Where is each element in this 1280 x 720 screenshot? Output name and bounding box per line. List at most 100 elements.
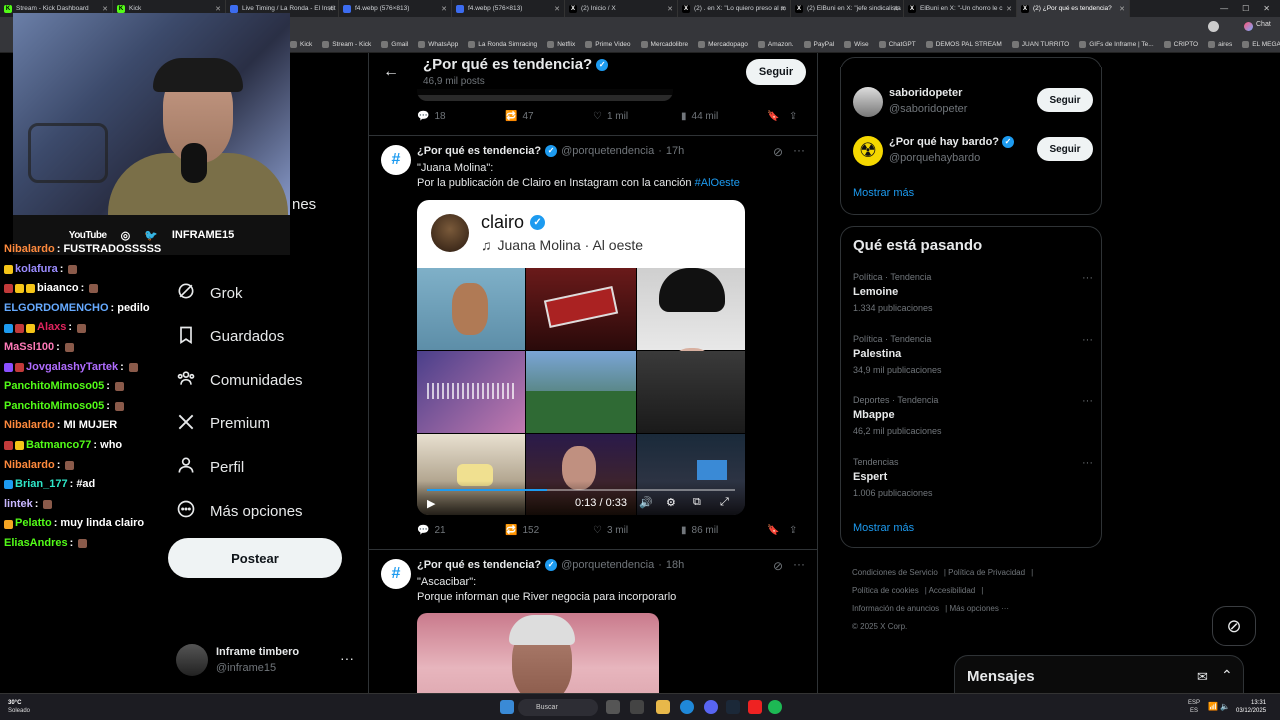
browser-tab[interactable]: X (2) ElBuni en X: "jefe sindicalista ✕ xyxy=(791,0,904,17)
tweet-author-handle[interactable]: @porquetendencia xyxy=(561,145,654,157)
follow-button[interactable]: Seguir xyxy=(1037,137,1093,161)
chat-username[interactable]: biaanco xyxy=(37,279,79,299)
play-icon[interactable]: ▶ xyxy=(427,497,435,510)
bookmark-button[interactable]: 🔖 xyxy=(767,111,789,122)
chat-username[interactable]: PanchitoMimoso05 xyxy=(4,377,104,397)
bookmark-button[interactable]: 🔖 xyxy=(767,525,789,536)
bookmark-item[interactable]: Amazon. xyxy=(757,40,794,48)
more-icon[interactable]: ··· xyxy=(793,557,805,571)
chat-button[interactable]: Chat xyxy=(1256,21,1271,28)
tweet-time[interactable]: 18h xyxy=(666,559,684,571)
browser-tab[interactable]: X (2) . en X: "Lo quiero preso al m ✕ xyxy=(678,0,791,17)
grok-icon[interactable]: ⊘ xyxy=(773,559,783,573)
share-button[interactable]: ⇪ xyxy=(789,111,797,122)
tweet-author-handle[interactable]: @porquetendencia xyxy=(561,559,654,571)
reply-button[interactable]: 💬 21 xyxy=(417,525,505,536)
fullscreen-icon[interactable]: ⤢ xyxy=(720,496,729,509)
more-icon[interactable]: ··· xyxy=(1082,272,1093,284)
bookmark-item[interactable]: EL MEGA PACK PAP... xyxy=(1242,40,1280,48)
bookmark-item[interactable]: PayPal xyxy=(803,40,834,48)
bookmark-item[interactable]: Netflix xyxy=(547,40,575,48)
nav-item-perfil[interactable]: Perfil xyxy=(176,455,244,479)
chat-username[interactable]: PanchitoMimoso05 xyxy=(4,397,104,417)
repost-button[interactable]: 🔁 47 xyxy=(505,111,593,122)
taskbar-search[interactable]: Buscar xyxy=(518,699,598,716)
bookmark-item[interactable]: aires xyxy=(1208,40,1232,48)
close-icon[interactable]: ✕ xyxy=(1263,4,1270,13)
browser-tab[interactable]: f4.webp (576×813) ✕ xyxy=(339,0,452,17)
more-icon[interactable]: ··· xyxy=(1082,457,1093,469)
close-tab-icon[interactable]: ✕ xyxy=(780,5,786,13)
chat-username[interactable]: Alaxs xyxy=(37,318,66,338)
views-button[interactable]: ▮ 86 mil xyxy=(681,525,767,536)
nav-item-grok[interactable]: Grok xyxy=(176,281,243,305)
browser-tab[interactable]: X (2) ¿Por qué es tendencia? ✕ xyxy=(1017,0,1130,17)
tweet-author-name[interactable]: ¿Por qué es tendencia? xyxy=(417,559,541,571)
close-tab-icon[interactable]: ✕ xyxy=(893,5,899,13)
grok-button[interactable]: ⊘ xyxy=(1212,606,1256,646)
close-tab-icon[interactable]: ✕ xyxy=(1119,5,1125,13)
follow-suggestion[interactable]: saboridopeter @saboridopeter Seguir xyxy=(853,85,1093,121)
chat-username[interactable]: MaSsl100 xyxy=(4,338,54,358)
wifi-icon[interactable]: 📶 xyxy=(1208,702,1218,711)
more-icon[interactable]: ··· xyxy=(1082,334,1093,346)
bookmark-item[interactable]: Mercadopago xyxy=(698,40,748,48)
tweet-time[interactable]: 17h xyxy=(666,145,684,157)
browser-tab[interactable]: X ElBuni en X: "-Un chorro le c ✕ xyxy=(904,0,1017,17)
back-arrow-icon[interactable]: ← xyxy=(383,63,399,81)
nav-item-mas-opciones[interactable]: Más opciones xyxy=(176,499,303,523)
chat-username[interactable]: ELGORDOMENCHO xyxy=(4,299,109,319)
chat-username[interactable]: kolafura xyxy=(15,260,58,280)
more-options-link[interactable]: Más opciones ··· xyxy=(949,604,1009,613)
chat-username[interactable]: JovgalashyTartek xyxy=(26,358,118,378)
trend-item[interactable]: Deportes · Tendencia Mbappe 46,2 mil publi… xyxy=(853,395,1093,445)
bookmark-item[interactable]: CRIPTO xyxy=(1163,40,1198,48)
file-explorer-icon[interactable] xyxy=(656,700,670,714)
bookmark-item[interactable]: Gmail xyxy=(381,40,408,48)
maximize-icon[interactable]: ☐ xyxy=(1242,4,1249,13)
nav-item-guardados[interactable]: Guardados xyxy=(176,325,284,349)
follow-suggestion[interactable]: ☢ ¿Por qué hay bardo? ✓ @porquehaybardo S… xyxy=(853,134,1093,170)
post-button[interactable]: Postear xyxy=(168,538,342,578)
widgets-icon[interactable] xyxy=(630,700,644,714)
browser-tab[interactable]: X (2) Inicio / X ✕ xyxy=(565,0,678,17)
terms-link[interactable]: Condiciones de Servicio xyxy=(852,568,938,577)
bookmark-item[interactable]: JUAN TURRITO xyxy=(1011,40,1069,48)
chat-username[interactable]: EliasAndres xyxy=(4,534,68,554)
bookmark-item[interactable]: DEMOS PAL STREAM xyxy=(925,40,1002,48)
bookmark-item[interactable]: Stream - Kick xyxy=(322,40,371,48)
clock[interactable]: 13:31 03/12/2025 xyxy=(1236,699,1266,715)
language-indicator[interactable]: ESP ES xyxy=(1188,699,1200,715)
chat-username[interactable]: Nibalardo xyxy=(4,416,55,436)
spotify-icon[interactable] xyxy=(768,700,782,714)
more-icon[interactable]: ··· xyxy=(340,650,354,666)
accessibility-link[interactable]: Accesibilidad xyxy=(929,586,976,595)
chat-username[interactable]: Batmanco77 xyxy=(26,436,91,456)
show-more-link[interactable]: Mostrar más xyxy=(853,522,914,534)
bookmark-item[interactable]: Prime Video xyxy=(585,40,631,48)
close-tab-icon[interactable]: ✕ xyxy=(328,5,334,13)
bookmark-item[interactable]: WhatsApp xyxy=(418,40,458,48)
task-view-icon[interactable] xyxy=(606,700,620,714)
video-player[interactable]: clairo ✓ ♫ Juana Molina · Al oeste ▶ 0:13 … xyxy=(417,200,745,515)
like-button[interactable]: ♡ 1 mil xyxy=(593,111,681,122)
discord-icon[interactable] xyxy=(704,700,718,714)
like-button[interactable]: ♡ 3 mil xyxy=(593,525,681,536)
close-tab-icon[interactable]: ✕ xyxy=(215,5,221,13)
more-icon[interactable]: ··· xyxy=(1082,395,1093,407)
close-tab-icon[interactable]: ✕ xyxy=(667,5,673,13)
volume-icon[interactable]: 🔈 xyxy=(1220,702,1230,711)
volume-icon[interactable]: 🔊 xyxy=(639,496,653,509)
trend-item[interactable]: Política · Tendencia Lemoine 1.334 publica… xyxy=(853,272,1093,322)
tweet-avatar[interactable]: # xyxy=(381,145,411,175)
compose-message-icon[interactable]: ✉ xyxy=(1197,669,1208,685)
nav-item-comunidades[interactable]: Comunidades xyxy=(176,368,303,392)
minimize-icon[interactable]: — xyxy=(1220,4,1228,13)
chat-username[interactable]: Pelatto xyxy=(15,514,52,534)
bookmark-item[interactable]: Wise xyxy=(844,40,869,48)
bookmark-item[interactable]: Kick xyxy=(290,40,312,48)
profile-avatar-icon[interactable] xyxy=(1208,21,1219,32)
ads-info-link[interactable]: Información de anuncios xyxy=(852,604,939,613)
cookies-link[interactable]: Política de cookies xyxy=(852,586,919,595)
reply-button[interactable]: 💬 18 xyxy=(417,111,505,122)
